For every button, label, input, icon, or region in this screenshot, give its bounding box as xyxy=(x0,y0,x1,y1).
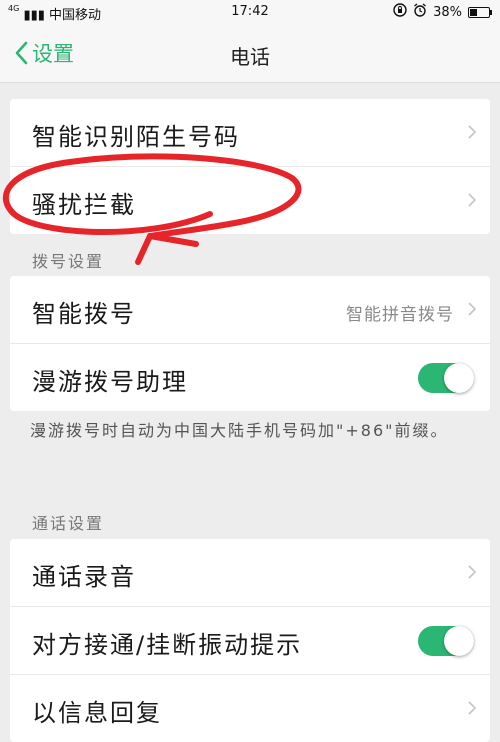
status-right: 38% xyxy=(393,3,492,21)
dial-settings-group: 智能拨号 智能拼音拨号 漫游拨号助理 xyxy=(10,276,490,411)
row-roaming-assistant: 漫游拨号助理 xyxy=(10,344,490,411)
chevron-right-icon xyxy=(468,302,476,316)
row-call-recording[interactable]: 通话录音 xyxy=(10,539,490,607)
harass-block-label: 骚扰拦截 xyxy=(32,191,136,219)
toggle-knob xyxy=(444,626,474,656)
page-title: 电话 xyxy=(230,45,270,69)
status-bar: 4G ▮▮▮ 中国移动 17:42 38% xyxy=(0,0,500,26)
chevron-right-icon xyxy=(468,701,476,715)
row-harass-block[interactable]: 骚扰拦截 xyxy=(10,167,490,234)
lock-rotation-icon xyxy=(393,3,407,21)
toggle-knob xyxy=(444,363,474,393)
row-smart-identify[interactable]: 智能识别陌生号码 xyxy=(10,99,490,167)
section-header-call: 通话设置 xyxy=(32,514,105,533)
section-header-dial: 拨号设置 xyxy=(32,252,105,271)
alarm-icon xyxy=(413,3,427,21)
smart-dial-value: 智能拼音拨号 xyxy=(346,305,454,325)
roaming-assistant-toggle[interactable] xyxy=(418,363,474,393)
battery-icon xyxy=(468,6,492,18)
roaming-assistant-label: 漫游拨号助理 xyxy=(32,368,188,396)
nav-bar: 设置 电话 xyxy=(0,26,500,83)
call-settings-group: 通话录音 对方接通/挂断振动提示 以信息回复 xyxy=(10,539,490,742)
smart-identify-label: 智能识别陌生号码 xyxy=(32,123,240,151)
battery-percent: 38% xyxy=(433,4,462,20)
vibrate-hint-toggle[interactable] xyxy=(418,626,474,656)
chevron-right-icon xyxy=(468,125,476,139)
roaming-note: 漫游拨号时自动为中国大陆手机号码加"+86"前缀。 xyxy=(30,421,449,440)
chevron-right-icon xyxy=(468,193,476,207)
chevron-right-icon xyxy=(468,565,476,579)
row-sms-reply[interactable]: 以信息回复 xyxy=(10,675,490,742)
vibrate-hint-label: 对方接通/挂断振动提示 xyxy=(32,631,303,659)
smart-dial-label: 智能拨号 xyxy=(32,300,136,328)
row-smart-dial[interactable]: 智能拨号 智能拼音拨号 xyxy=(10,276,490,344)
identification-group: 智能识别陌生号码 骚扰拦截 xyxy=(10,99,490,234)
row-vibrate-hint: 对方接通/挂断振动提示 xyxy=(10,607,490,675)
call-recording-label: 通话录音 xyxy=(32,563,136,591)
